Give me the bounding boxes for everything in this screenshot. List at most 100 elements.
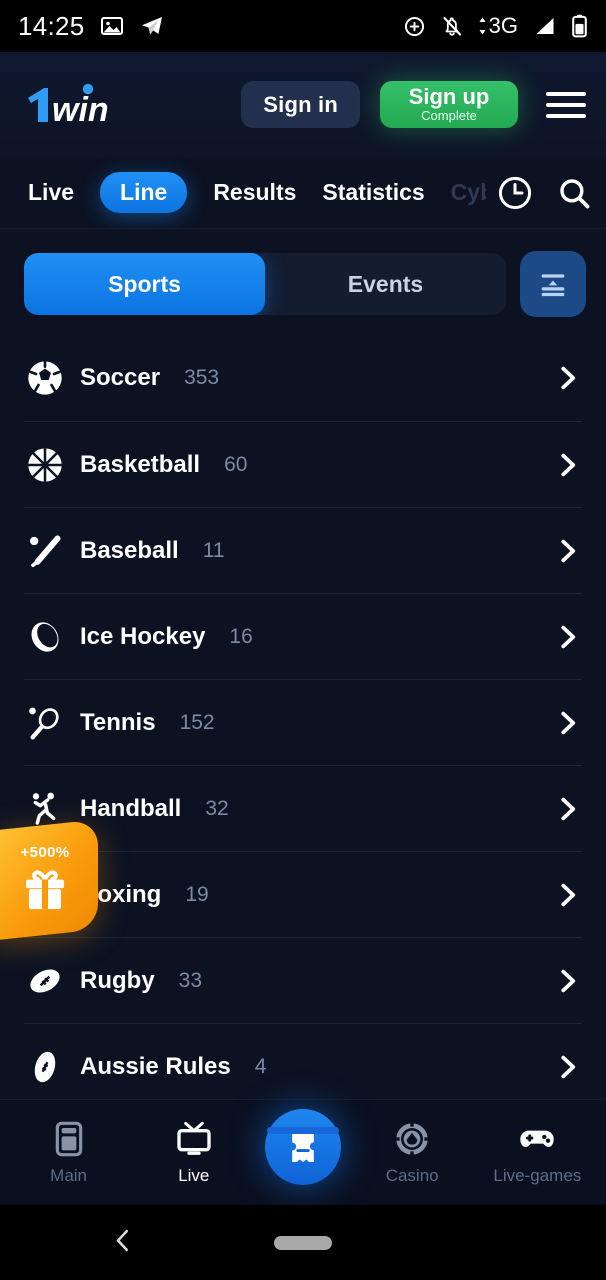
tab-statistics[interactable]: Statistics: [322, 179, 424, 206]
sign-in-label: Sign in: [263, 91, 338, 117]
app-header: win Sign in Sign up Complete: [0, 52, 606, 157]
chevron-right-icon[interactable]: [552, 363, 582, 393]
bottom-navigation: Main Live Casino Live-games: [0, 1099, 606, 1205]
sport-name: Basketball: [80, 450, 201, 478]
bonus-amount-label: +500%: [20, 844, 70, 861]
sport-name: Soccer: [80, 364, 161, 391]
bottom-nav-label: Casino: [385, 1166, 439, 1185]
app-screen: 14:25 3G win Sign in Sign up Complete Li…: [0, 0, 606, 1280]
chevron-right-icon[interactable]: [552, 880, 582, 910]
top-nav-icons: [486, 173, 592, 212]
logo-mark: win: [28, 83, 109, 128]
sport-count: 11: [202, 538, 225, 562]
bottom-nav-casino[interactable]: Casino: [358, 1119, 466, 1186]
bottom-nav-live[interactable]: Live: [140, 1119, 248, 1186]
sport-name: Tennis: [80, 708, 156, 736]
baseball-bat-icon: [24, 530, 66, 572]
location-icon: [404, 16, 424, 36]
betslip-button[interactable]: [264, 1108, 341, 1185]
scroll-indicator: [267, 1127, 339, 1134]
sport-count: 33: [178, 968, 203, 992]
sport-name: Handball: [80, 794, 182, 822]
list-item[interactable]: Boxing 19: [24, 851, 582, 937]
chevron-right-icon[interactable]: [552, 794, 582, 824]
chevron-right-icon[interactable]: [552, 966, 582, 996]
1win-logo[interactable]: win: [22, 82, 140, 128]
status-bar-right: 3G: [402, 13, 588, 39]
hockey-puck-icon: [24, 616, 66, 658]
gift-box-icon: [25, 870, 65, 910]
sport-count: 152: [179, 710, 215, 734]
list-item[interactable]: Handball 32: [24, 765, 582, 851]
tab-line[interactable]: Line: [100, 172, 188, 213]
tab-live[interactable]: Live: [28, 179, 74, 206]
sort-filter-icon: [541, 274, 565, 297]
sport-name: Aussie Rules: [80, 1052, 231, 1080]
status-bar: 14:25 3G: [0, 0, 606, 52]
segment-sports[interactable]: Sports: [24, 253, 265, 315]
image-icon: [100, 17, 123, 35]
menu-line: [546, 91, 586, 96]
sport-count: 16: [229, 624, 253, 648]
home-pill-icon[interactable]: [274, 1235, 332, 1250]
sign-up-button[interactable]: Sign up Complete: [380, 81, 518, 128]
bottom-nav-label: Main: [50, 1166, 88, 1185]
sign-up-label: Sign up: [408, 83, 490, 109]
bottom-nav-main[interactable]: Main: [15, 1119, 123, 1186]
chevron-right-icon[interactable]: [552, 708, 582, 738]
sport-count: 4: [254, 1054, 267, 1078]
sort-filter-button[interactable]: [520, 251, 586, 317]
tab-results[interactable]: Results: [213, 179, 296, 206]
sport-count: 32: [205, 796, 229, 820]
casino-chip-icon: [394, 1121, 430, 1157]
list-item[interactable]: Basketball 60: [24, 421, 582, 507]
chevron-right-icon[interactable]: [552, 450, 582, 480]
rugby-ball-icon: [24, 960, 66, 1002]
top-nav-scroller[interactable]: Live Line Results Statistics Cyb: [28, 172, 494, 213]
list-item[interactable]: Soccer 353: [24, 335, 582, 421]
bonus-promo-content: +500%: [17, 844, 73, 916]
segment-control: Sports Events: [24, 253, 506, 315]
tv-icon: [177, 1121, 211, 1155]
list-item[interactable]: Baseball 11: [24, 507, 582, 593]
bottom-nav-label: Live: [178, 1166, 210, 1185]
chevron-right-icon[interactable]: [552, 1052, 582, 1082]
signal-bars-icon: [536, 18, 554, 34]
clock-icon[interactable]: [496, 174, 534, 212]
bonus-promo-tab[interactable]: +500%: [0, 819, 98, 941]
chevron-right-icon[interactable]: [552, 536, 582, 566]
chevron-right-icon[interactable]: [552, 622, 582, 652]
segment-control-row: Sports Events: [0, 229, 606, 335]
sport-count: 19: [185, 882, 209, 906]
menu-line: [546, 102, 586, 107]
list-item[interactable]: Aussie Rules 4: [24, 1023, 582, 1109]
top-navigation: Live Line Results Statistics Cyb: [0, 157, 606, 229]
hamburger-menu-icon[interactable]: [540, 81, 592, 128]
basketball-icon: [24, 444, 66, 486]
status-bar-clock: 14:25: [18, 10, 85, 41]
sports-list: Soccer 353 Basketball 60 Baseball 11 Ice…: [0, 335, 606, 1109]
svg-text:win: win: [52, 91, 109, 128]
sport-name: Ice Hockey: [80, 622, 206, 650]
segment-events[interactable]: Events: [265, 253, 506, 315]
back-chevron-icon[interactable]: [108, 1225, 138, 1260]
gamepad-icon: [520, 1130, 555, 1147]
data-arrows-icon: [479, 17, 486, 35]
menu-line: [546, 113, 586, 118]
tennis-racket-icon: [24, 702, 66, 744]
list-item[interactable]: Ice Hockey 16: [24, 593, 582, 679]
aussie-rules-ball-icon: [24, 1046, 66, 1088]
battery-icon: [572, 14, 587, 38]
bottom-nav-live-games[interactable]: Live-games: [483, 1119, 591, 1186]
list-item[interactable]: Rugby 33: [24, 937, 582, 1023]
sport-name: Rugby: [80, 966, 155, 994]
bottom-nav-label: Live-games: [493, 1166, 582, 1185]
search-icon[interactable]: [556, 175, 592, 211]
list-item[interactable]: Tennis 152: [24, 679, 582, 765]
system-navigation-bar: [0, 1205, 606, 1280]
bell-off-icon: [443, 16, 461, 36]
telegram-icon: [141, 17, 162, 35]
sign-up-sublabel: Complete: [421, 107, 477, 123]
network-type-label: 3G: [488, 13, 518, 38]
sign-in-button[interactable]: Sign in: [241, 81, 360, 128]
